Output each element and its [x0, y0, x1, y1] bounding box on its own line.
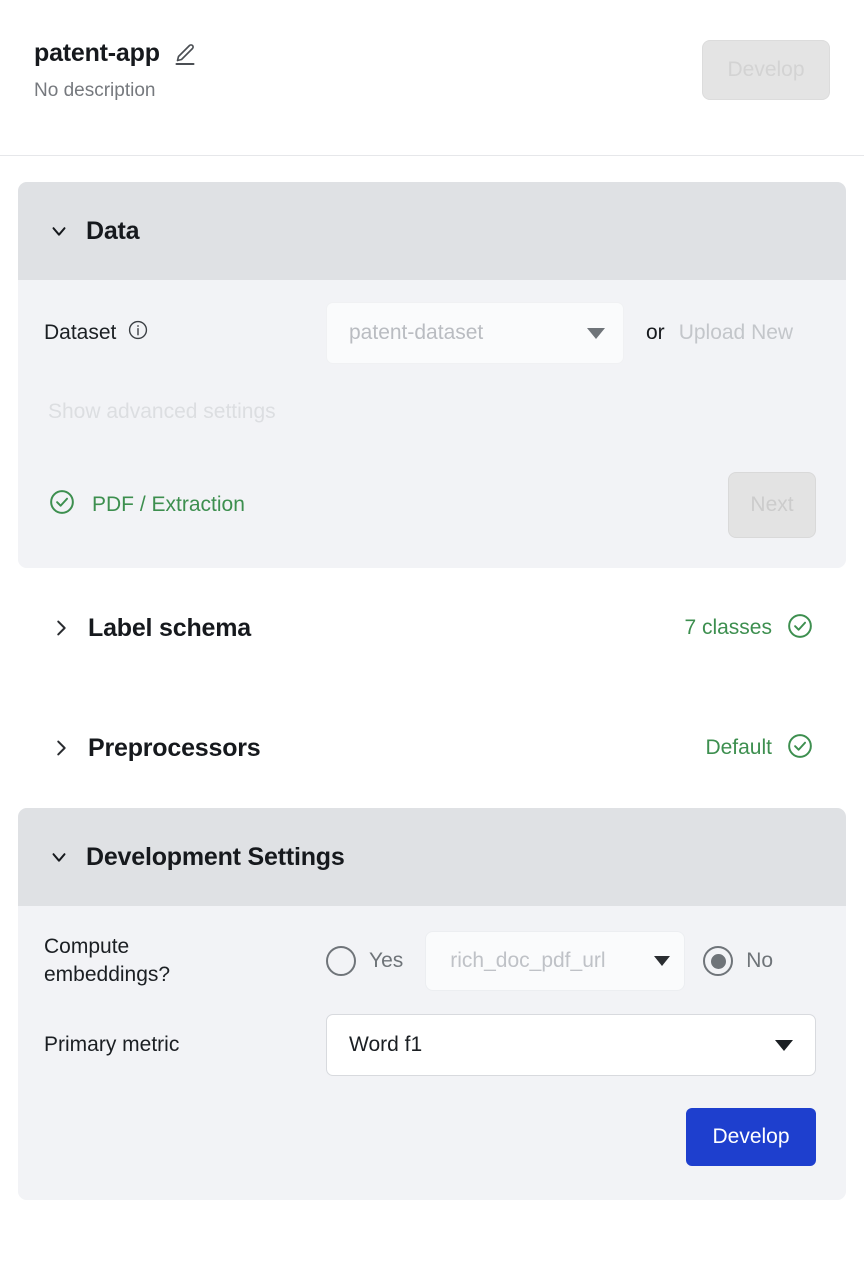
compute-embeddings-row: Compute embeddings? Yes rich_doc_pdf_url… [44, 930, 816, 992]
chevron-down-icon [775, 1039, 793, 1051]
embedding-column-value: rich_doc_pdf_url [450, 949, 606, 972]
upload-new-link[interactable]: Upload New [679, 321, 793, 345]
pencil-edit-icon[interactable] [173, 42, 197, 66]
label-schema-status: 7 classes [684, 612, 814, 645]
dataset-row: Dataset patent-dataset or Upload New [44, 302, 816, 364]
radio-yes-label: Yes [369, 949, 404, 972]
show-advanced-settings-link[interactable]: Show advanced settings [48, 400, 816, 424]
data-section-title: Data [86, 216, 140, 245]
label-schema-status-text: 7 classes [684, 616, 772, 639]
preprocessors-title: Preprocessors [88, 733, 261, 762]
compute-embeddings-radio-yes-group: Yes [326, 946, 403, 976]
compute-embeddings-label: Compute embeddings? [44, 933, 326, 990]
primary-metric-row: Primary metric Word f1 [44, 1014, 816, 1076]
primary-metric-label: Primary metric [44, 1033, 180, 1056]
dataset-select-value: patent-dataset [349, 321, 484, 344]
dataset-label-group: Dataset [44, 319, 326, 347]
dataset-select[interactable]: patent-dataset [326, 302, 624, 364]
chevron-down-icon [654, 956, 671, 966]
development-settings-card: Development Settings Compute embeddings?… [18, 808, 846, 1200]
app-header: patent-app No description Develop [0, 0, 864, 156]
develop-button[interactable]: Develop [686, 1108, 816, 1166]
compute-embeddings-label-line1: Compute [44, 934, 130, 958]
dataset-label: Dataset [44, 321, 117, 344]
primary-metric-select[interactable]: Word f1 [326, 1014, 816, 1076]
preprocessors-status-text: Default [705, 736, 772, 759]
or-separator: or [646, 321, 665, 344]
preprocessors-section-header[interactable]: Preprocessors Default [18, 688, 846, 808]
chevron-down-icon [48, 220, 70, 242]
data-card: Data Dataset patent-dataset or Upload Ne… [18, 182, 846, 568]
main-content: Data Dataset patent-dataset or Upload Ne… [0, 156, 864, 1200]
development-settings-header[interactable]: Development Settings [18, 808, 846, 906]
next-button[interactable]: Next [728, 472, 816, 538]
development-settings-title: Development Settings [86, 842, 345, 871]
primary-metric-value: Word f1 [349, 1033, 423, 1056]
check-circle-icon [48, 488, 76, 522]
chevron-down-icon [587, 327, 605, 339]
development-settings-body: Compute embeddings? Yes rich_doc_pdf_url… [18, 906, 846, 1200]
data-section-body: Dataset patent-dataset or Upload New Sho… [18, 280, 846, 568]
label-schema-card: Label schema 7 classes [18, 568, 846, 688]
compute-embeddings-label-line2: embeddings? [44, 963, 171, 986]
label-schema-section-header[interactable]: Label schema 7 classes [18, 568, 846, 688]
chevron-right-icon [50, 617, 72, 639]
radio-yes[interactable] [326, 946, 356, 976]
info-circle-icon[interactable] [127, 319, 149, 347]
preprocessors-card: Preprocessors Default [18, 688, 846, 808]
page-title: patent-app [34, 39, 160, 67]
develop-button-row: Develop [44, 1108, 816, 1166]
header-develop-button[interactable]: Develop [702, 40, 830, 100]
chevron-down-icon [48, 846, 70, 868]
label-schema-title: Label schema [88, 613, 251, 642]
chevron-right-icon [50, 737, 72, 759]
check-circle-icon [786, 612, 814, 645]
data-section-header[interactable]: Data [18, 182, 846, 280]
embedding-column-select[interactable]: rich_doc_pdf_url [425, 931, 686, 991]
compute-embeddings-radio-no-group: No [703, 946, 773, 976]
data-status-row: PDF / Extraction Next [44, 472, 816, 538]
pdf-extraction-status: PDF / Extraction [48, 488, 245, 522]
preprocessors-status: Default [705, 732, 814, 765]
pdf-extraction-label: PDF / Extraction [92, 493, 245, 516]
radio-no[interactable] [703, 946, 734, 976]
radio-no-label: No [746, 949, 774, 972]
check-circle-icon [786, 732, 814, 765]
